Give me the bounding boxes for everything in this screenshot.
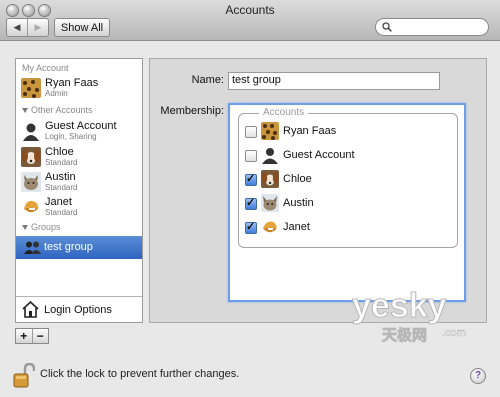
search-input[interactable] <box>375 18 489 36</box>
group-name-field[interactable]: test group <box>228 72 440 90</box>
add-remove-buttons: + − <box>15 328 49 344</box>
user-name: Austin <box>45 171 76 183</box>
svg-text:.com: .com <box>442 327 466 339</box>
name-label: Name: <box>191 74 224 86</box>
member-row-austin: Austin <box>245 194 455 214</box>
member-name: Janet <box>283 221 310 233</box>
member-checkbox[interactable] <box>245 220 257 234</box>
sidebar-item-ryan-faas[interactable]: Ryan Faas Admin <box>21 76 139 102</box>
svg-text:天极网: 天极网 <box>382 326 427 344</box>
my-account-header: My Account <box>22 63 69 73</box>
groups-header: Groups <box>22 222 61 232</box>
guest-silhouette-icon <box>21 121 41 141</box>
forward-button[interactable]: ▶ <box>27 19 48 36</box>
user-role: Admin <box>45 89 68 98</box>
user-role: Login, Sharing <box>45 132 97 141</box>
member-row-janet: Janet <box>245 218 455 238</box>
svg-text:yesky: yesky <box>352 287 447 325</box>
group-name: test group <box>44 241 93 253</box>
member-checkbox[interactable] <box>245 150 257 162</box>
member-row-chloe: Chloe <box>245 170 455 190</box>
member-name: Ryan Faas <box>283 125 337 137</box>
show-all-button[interactable]: Show All <box>54 18 110 37</box>
disclosure-triangle-icon[interactable] <box>22 108 28 114</box>
title-bar: Accounts ◀ ▶ Show All <box>0 0 500 41</box>
membership-label: Membership: <box>160 105 224 117</box>
group-name-value: test group <box>232 74 281 86</box>
lock-message: Click the lock to prevent further change… <box>40 368 240 380</box>
accounts-group-box: Accounts Ryan Faas Guest Account ✓ Chloe… <box>238 107 458 248</box>
disclosure-triangle-icon[interactable] <box>22 225 28 231</box>
login-options-item[interactable]: Login Options <box>16 296 142 323</box>
unlocked-padlock-icon[interactable] <box>13 363 35 389</box>
leopard-avatar-icon <box>261 122 279 140</box>
member-name: Austin <box>283 197 314 209</box>
member-row-guest-account: Guest Account <box>245 146 455 166</box>
add-account-button[interactable]: + <box>16 329 32 343</box>
user-name: Chloe <box>45 146 74 158</box>
window-title: Accounts <box>225 3 275 17</box>
cat-avatar-icon <box>261 194 279 212</box>
house-icon <box>22 301 39 318</box>
sidebar-item-guest-account[interactable]: Guest Account Login, Sharing <box>21 119 139 145</box>
nav-buttons: ◀ ▶ <box>6 18 49 37</box>
user-role: Standard <box>45 183 78 192</box>
sidebar-item-janet[interactable]: Janet Standard <box>21 195 139 221</box>
leopard-avatar-icon <box>21 78 41 98</box>
user-role: Standard <box>45 208 78 217</box>
member-name: Guest Account <box>283 149 355 161</box>
fortune-cookie-icon <box>21 197 41 217</box>
accounts-sidebar: My Account Ryan Faas Admin Other Account… <box>15 58 143 323</box>
sidebar-item-austin[interactable]: Austin Standard <box>21 170 139 196</box>
guest-silhouette-icon <box>261 146 279 164</box>
dog-avatar-icon <box>21 147 41 167</box>
user-name: Janet <box>45 196 72 208</box>
remove-account-button[interactable]: − <box>31 329 49 343</box>
fortune-cookie-icon <box>261 218 279 236</box>
cat-avatar-icon <box>21 172 41 192</box>
user-name: Guest Account <box>45 120 117 132</box>
yesky-watermark: yesky 天极网 .com <box>348 277 478 352</box>
login-options-label: Login Options <box>44 304 112 316</box>
other-accounts-header: Other Accounts <box>22 105 93 115</box>
search-icon <box>382 22 392 32</box>
accounts-legend: Accounts <box>259 107 309 118</box>
user-role: Standard <box>45 158 78 167</box>
help-button[interactable]: ? <box>470 368 486 384</box>
member-name: Chloe <box>283 173 312 185</box>
member-row-ryan-faas: Ryan Faas <box>245 122 455 142</box>
membership-list[interactable]: Accounts Ryan Faas Guest Account ✓ Chloe… <box>228 103 466 302</box>
back-button[interactable]: ◀ <box>7 19 27 36</box>
member-checkbox[interactable] <box>245 172 257 186</box>
sidebar-item-chloe[interactable]: Chloe Standard <box>21 145 139 171</box>
dog-avatar-icon <box>261 170 279 188</box>
user-name: Ryan Faas <box>45 77 99 89</box>
sidebar-item-test-group[interactable]: test group <box>16 236 142 259</box>
member-checkbox[interactable] <box>245 196 257 210</box>
group-icon <box>24 241 41 254</box>
member-checkbox[interactable] <box>245 126 257 138</box>
